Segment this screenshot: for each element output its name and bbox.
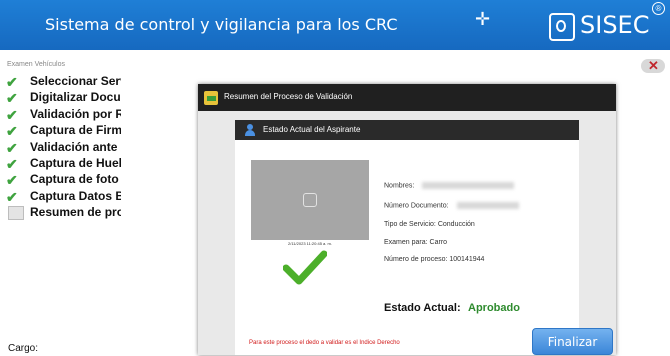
- crosshair-cursor-icon: ✛: [475, 9, 491, 29]
- steps-list: ✔ Seleccionar Serv ✔ Digitalizar Docu ✔ …: [6, 74, 121, 222]
- nombres-value-redacted: [422, 182, 515, 189]
- check-icon: ✔: [6, 90, 18, 107]
- section-label: Examen Vehículos: [7, 61, 65, 68]
- estado-actual-value: Aprobado: [468, 302, 520, 314]
- step-label: Validación por R: [30, 106, 121, 121]
- dialog-titlebar: Resumen del Proceso de Validación: [198, 84, 616, 111]
- app-icon: [204, 91, 218, 105]
- examen-label: Examen para:: [384, 239, 428, 246]
- step-item: ✔ Validación por R: [6, 107, 121, 123]
- validation-summary-dialog: Resumen del Proceso de Validación Estado…: [198, 84, 616, 355]
- dialog-title: Resumen del Proceso de Validación: [224, 92, 353, 101]
- check-icon: ✔: [6, 172, 18, 189]
- check-icon: ✔: [6, 123, 18, 140]
- numero-proceso-value: 100141944: [449, 256, 485, 263]
- step-label: Seleccionar Serv: [30, 74, 121, 88]
- close-button[interactable]: ✕: [641, 59, 665, 73]
- camera-placeholder-icon: [303, 193, 317, 207]
- step-item: ✔ Digitalizar Docu: [6, 90, 121, 106]
- finger-warning-text: Para este proceso el dedo a validar es e…: [249, 340, 400, 346]
- numero-documento-value-redacted: [456, 202, 519, 209]
- step-label: Captura de Huel: [30, 155, 121, 170]
- step-label: Validación ante: [30, 139, 118, 154]
- step-label: Captura Datos B: [30, 188, 121, 203]
- registered-mark: ®: [652, 2, 665, 15]
- documento-row: Número Documento:: [384, 202, 519, 209]
- close-icon: ✕: [648, 58, 659, 73]
- step-item: ✔ Validación ante: [6, 140, 121, 156]
- nombres-label: Nombres:: [384, 182, 415, 190]
- app-header: Sistema de control y vigilancia para los…: [0, 0, 670, 50]
- examen-row: Examen para: Carro: [384, 239, 447, 246]
- step-label: Digitalizar Docu: [30, 90, 121, 105]
- step-item: ✔ Captura Datos B: [6, 189, 121, 205]
- tipo-servicio-value: Conducción: [437, 221, 475, 228]
- step-item: ✔ Captura de Firm: [6, 123, 121, 139]
- estado-actual-label: Estado Actual:: [384, 302, 461, 314]
- logo-text: SISEC: [580, 11, 650, 39]
- fingerprint-logo-icon: [549, 13, 575, 41]
- check-icon: ✔: [6, 155, 18, 172]
- step-label: Captura de Firm: [30, 123, 121, 138]
- tipo-servicio-row: Tipo de Servicio: Conducción: [384, 221, 475, 228]
- photo-timestamp: 2/11/2023 11:20:45 a. m.: [288, 241, 332, 246]
- nombres-row: Nombres:: [384, 182, 515, 190]
- check-icon: ✔: [6, 188, 18, 205]
- step-label: Resumen de pro: [30, 205, 121, 220]
- numero-documento-label: Número Documento:: [384, 202, 449, 210]
- step-item: Resumen de pro: [6, 205, 121, 221]
- finalizar-button[interactable]: Finalizar: [532, 328, 613, 355]
- step-item: ✔ Captura de Huel: [6, 156, 121, 172]
- applicant-photo: [251, 160, 369, 240]
- step-item: ✔ Seleccionar Serv: [6, 74, 121, 90]
- tipo-servicio-label: Tipo de Servicio:: [384, 221, 436, 228]
- applicant-status-card: Estado Actual del Aspirante 2/11/2023 11…: [235, 120, 579, 355]
- step-item: ✔ Captura de foto: [6, 172, 121, 188]
- cargo-label: Cargo:: [8, 343, 39, 354]
- user-icon: [245, 124, 255, 136]
- check-icon: ✔: [6, 139, 18, 156]
- examen-value: Carro: [429, 239, 448, 246]
- numero-proceso-row: Número de proceso: 100141944: [384, 256, 484, 263]
- approved-check-icon: [283, 250, 327, 285]
- card-titlebar: Estado Actual del Aspirante: [235, 120, 579, 140]
- check-icon: ✔: [6, 106, 18, 123]
- check-icon: ✔: [6, 74, 18, 90]
- numero-proceso-label: Número de proceso:: [384, 256, 448, 263]
- card-title: Estado Actual del Aspirante: [263, 125, 361, 134]
- step-label: Captura de foto: [30, 172, 119, 187]
- document-icon: [8, 206, 24, 221]
- app-title: Sistema de control y vigilancia para los…: [45, 15, 398, 34]
